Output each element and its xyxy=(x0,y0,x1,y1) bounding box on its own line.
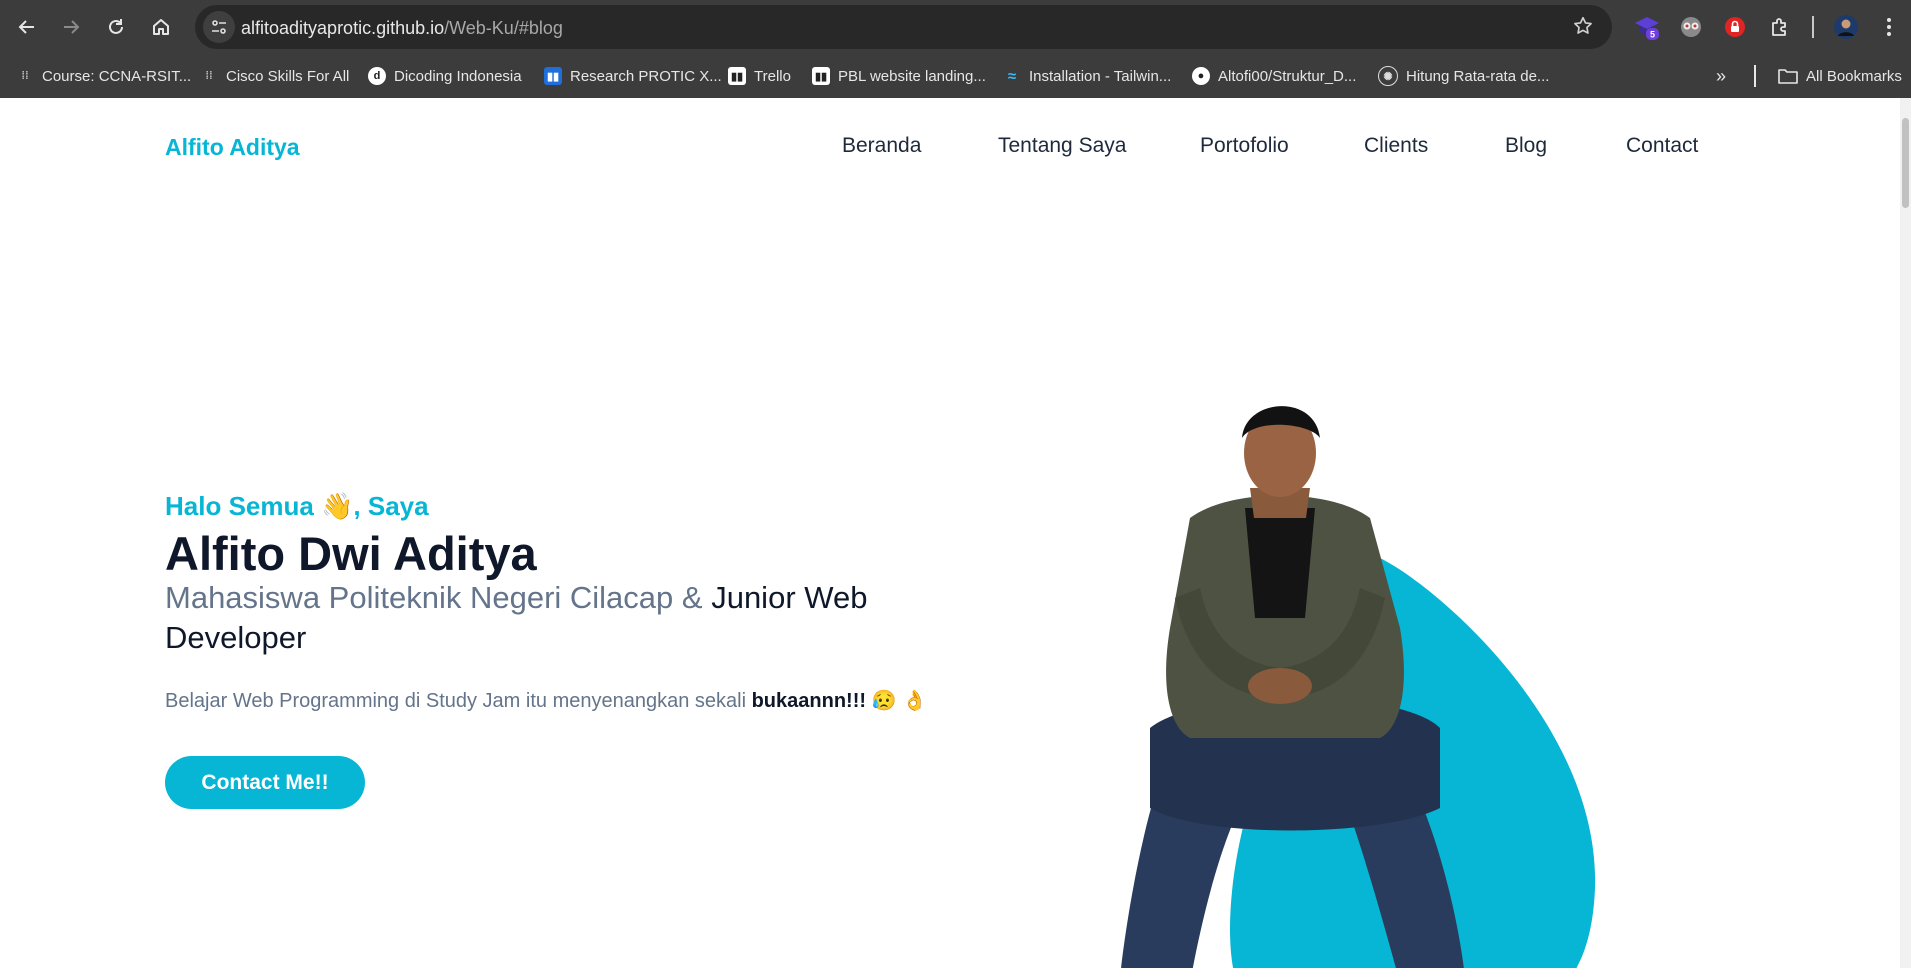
nav-link-tentang-saya[interactable]: Tentang Saya xyxy=(998,134,1126,158)
bookmark-item[interactable]: ▮▮ Research PROTIC X... xyxy=(544,64,722,88)
tailwind-icon: ≈ xyxy=(1007,67,1017,85)
bookmark-label: Research PROTIC X... xyxy=(570,67,722,85)
scrollbar-thumb[interactable] xyxy=(1902,118,1909,208)
bookmark-label: Hitung Rata-rata de... xyxy=(1406,67,1550,85)
bookmark-item[interactable]: ≈ Installation - Tailwin... xyxy=(1003,64,1171,88)
web-page: Alfito Aditya Beranda Tentang Saya Porto… xyxy=(0,98,1900,968)
cisco-logo-icon: ⁞⁞ xyxy=(205,70,213,82)
url-host: alfitoadityaprotic.github.io xyxy=(241,18,445,38)
bookmark-item[interactable]: ● Altofi00/Struktur_D... xyxy=(1192,64,1356,88)
page-scrollbar[interactable] xyxy=(1900,98,1911,968)
bookmark-item[interactable]: ⁞⁞ Cisco Skills For All xyxy=(200,64,349,88)
more-bookmarks-chevron-icon[interactable]: » xyxy=(1716,64,1726,88)
bookmark-label: Dicoding Indonesia xyxy=(394,67,522,85)
all-bookmarks-button[interactable]: All Bookmarks xyxy=(1778,64,1902,88)
tagline-emoji: 😥 👌 xyxy=(871,690,927,712)
trello-board-icon: ▮▮ xyxy=(544,67,562,85)
toolbar-divider xyxy=(1812,16,1814,38)
trello-icon: ▮▮ xyxy=(812,67,830,85)
nav-link-beranda[interactable]: Beranda xyxy=(842,134,921,158)
bookmark-label: Course: CCNA-RSIT... xyxy=(42,67,192,85)
site-logo[interactable]: Alfito Aditya xyxy=(165,134,300,161)
browser-menu-icon[interactable] xyxy=(1874,12,1904,42)
back-button[interactable] xyxy=(9,9,45,45)
bookmarks-divider xyxy=(1754,65,1756,87)
github-icon: ● xyxy=(1192,67,1210,85)
folder-icon xyxy=(1778,69,1798,84)
site-info-icon[interactable] xyxy=(203,11,235,43)
tagline-bold: bukaannn!!! xyxy=(751,690,867,712)
bookmarks-bar: ⁞⁞ Course: CCNA-RSIT... ⁞⁞ Cisco Skills Fo… xyxy=(0,54,1911,99)
contact-me-button[interactable]: Contact Me!! xyxy=(165,756,365,809)
bookmark-label: Installation - Tailwin... xyxy=(1029,67,1172,85)
profile-avatar[interactable] xyxy=(1831,12,1861,42)
home-icon xyxy=(153,19,169,35)
all-bookmarks-label: All Bookmarks xyxy=(1806,67,1902,85)
nav-link-portofolio[interactable]: Portofolio xyxy=(1200,134,1289,158)
bookmark-star-icon[interactable] xyxy=(1572,15,1594,42)
reload-icon xyxy=(109,19,123,34)
url-text[interactable]: alfitoadityaprotic.github.io/Web-Ku/#blo… xyxy=(241,18,563,39)
extension-owl-icon[interactable] xyxy=(1676,12,1706,42)
extension-badge-count: 5 xyxy=(1650,30,1655,40)
nav-link-contact[interactable]: Contact xyxy=(1626,134,1698,158)
hero-tagline: Belajar Web Programming di Study Jam itu… xyxy=(165,688,927,713)
forward-button[interactable] xyxy=(53,9,89,45)
extensions-puzzle-icon[interactable] xyxy=(1765,12,1795,42)
bookmark-label: Cisco Skills For All xyxy=(226,67,350,85)
hero-role-muted: Mahasiswa Politeknik Negeri Cilacap & xyxy=(165,580,703,615)
arrow-right-icon xyxy=(64,20,80,34)
extension-graduation-icon[interactable]: 5 xyxy=(1632,12,1662,42)
nav-link-clients[interactable]: Clients xyxy=(1364,134,1428,158)
hero-portrait-image xyxy=(1121,406,1596,968)
address-bar[interactable]: alfitoadityaprotic.github.io/Web-Ku/#blo… xyxy=(195,5,1612,49)
tagline-text: Belajar Web Programming di Study Jam itu… xyxy=(165,690,747,712)
bookmark-label: PBL website landing... xyxy=(838,67,986,85)
cisco-dots-icon: ⁞⁞ xyxy=(21,70,29,82)
browser-toolbar: alfitoadityaprotic.github.io/Web-Ku/#blo… xyxy=(0,0,1911,54)
extension-lock-icon[interactable] xyxy=(1720,12,1750,42)
bookmark-label: Altofi00/Struktur_D... xyxy=(1218,67,1357,85)
nav-link-blog[interactable]: Blog xyxy=(1505,134,1547,158)
bookmark-label: Trello xyxy=(754,67,791,85)
bookmark-item[interactable]: ⁞⁞ Course: CCNA-RSIT... xyxy=(16,64,191,88)
reload-button[interactable] xyxy=(98,9,134,45)
bookmark-item[interactable]: d Dicoding Indonesia xyxy=(368,64,522,88)
url-path: /Web-Ku/#blog xyxy=(444,18,563,38)
trello-icon: ▮▮ xyxy=(728,67,746,85)
arrow-left-icon xyxy=(18,20,34,34)
openai-icon: ✺ xyxy=(1378,66,1398,86)
hero-role: Mahasiswa Politeknik Negeri Cilacap & Ju… xyxy=(165,578,885,658)
bookmark-item[interactable]: ▮▮ Trello xyxy=(728,64,791,88)
home-button[interactable] xyxy=(143,9,179,45)
dicoding-icon: d xyxy=(368,67,386,85)
bookmark-item[interactable]: ✺ Hitung Rata-rata de... xyxy=(1378,64,1549,88)
bookmark-item[interactable]: ▮▮ PBL website landing... xyxy=(812,64,986,88)
hero-greeting: Halo Semua 👋, Saya xyxy=(165,491,429,521)
hero-name: Alfito Dwi Aditya xyxy=(165,527,537,580)
